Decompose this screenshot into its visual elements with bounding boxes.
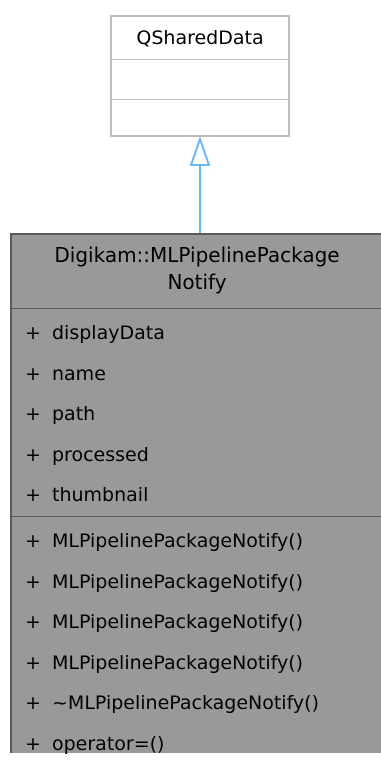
- visibility-public: +: [25, 403, 41, 426]
- visibility-public: +: [25, 651, 41, 674]
- attribute-item[interactable]: + path: [12, 394, 381, 435]
- method-name: MLPipelinePackageNotify(): [52, 529, 304, 552]
- attribute-name: name: [52, 362, 106, 385]
- base-class-attributes-section: [112, 60, 288, 100]
- method-item[interactable]: + MLPipelinePackageNotify(): [12, 602, 381, 643]
- base-class-methods-section: [112, 100, 288, 139]
- method-item[interactable]: + ~MLPipelinePackageNotify(): [12, 683, 381, 724]
- base-class-name: QSharedData: [112, 17, 288, 60]
- visibility-public: +: [25, 362, 41, 385]
- visibility-public: +: [25, 322, 41, 344]
- method-item[interactable]: + MLPipelinePackageNotify(): [12, 562, 381, 603]
- attribute-name: thumbnail: [52, 484, 149, 507]
- main-class-name: Digikam::MLPipelinePackage Notify: [12, 235, 381, 309]
- attribute-item[interactable]: + processed: [12, 435, 381, 476]
- methods-section: + MLPipelinePackageNotify() + MLPipelinePa…: [12, 517, 381, 765]
- attribute-name: processed: [52, 443, 149, 466]
- visibility-public: +: [25, 732, 41, 755]
- method-item[interactable]: + MLPipelinePackageNotify(): [12, 643, 381, 684]
- method-name: MLPipelinePackageNotify(): [52, 611, 304, 634]
- main-class-name-line1: Digikam::MLPipelinePackage: [54, 243, 340, 267]
- main-class-box[interactable]: Digikam::MLPipelinePackage Notify + displ…: [10, 233, 381, 755]
- method-name: ~MLPipelinePackageNotify(): [52, 692, 320, 715]
- visibility-public: +: [25, 443, 41, 466]
- visibility-public: +: [25, 484, 41, 507]
- attribute-item[interactable]: + thumbnail: [12, 475, 381, 516]
- base-class-box[interactable]: QSharedData: [110, 15, 290, 137]
- method-name: MLPipelinePackageNotify(): [52, 651, 304, 674]
- attribute-item[interactable]: + name: [12, 354, 381, 395]
- attribute-item[interactable]: + displayData: [12, 313, 381, 354]
- attribute-name: path: [52, 403, 96, 426]
- attributes-section: + displayData + name + path + processed + thu…: [12, 309, 381, 517]
- inheritance-arrowhead: [189, 135, 211, 166]
- method-name: operator=(): [52, 732, 165, 755]
- attribute-name: displayData: [52, 322, 165, 344]
- visibility-public: +: [25, 529, 41, 552]
- method-name: MLPipelinePackageNotify(): [52, 570, 304, 593]
- visibility-public: +: [25, 611, 41, 634]
- visibility-public: +: [25, 692, 41, 715]
- method-item[interactable]: + MLPipelinePackageNotify(): [12, 521, 381, 562]
- main-class-name-line2: Notify: [167, 270, 227, 294]
- visibility-public: +: [25, 570, 41, 593]
- method-item[interactable]: + operator=(): [12, 724, 381, 765]
